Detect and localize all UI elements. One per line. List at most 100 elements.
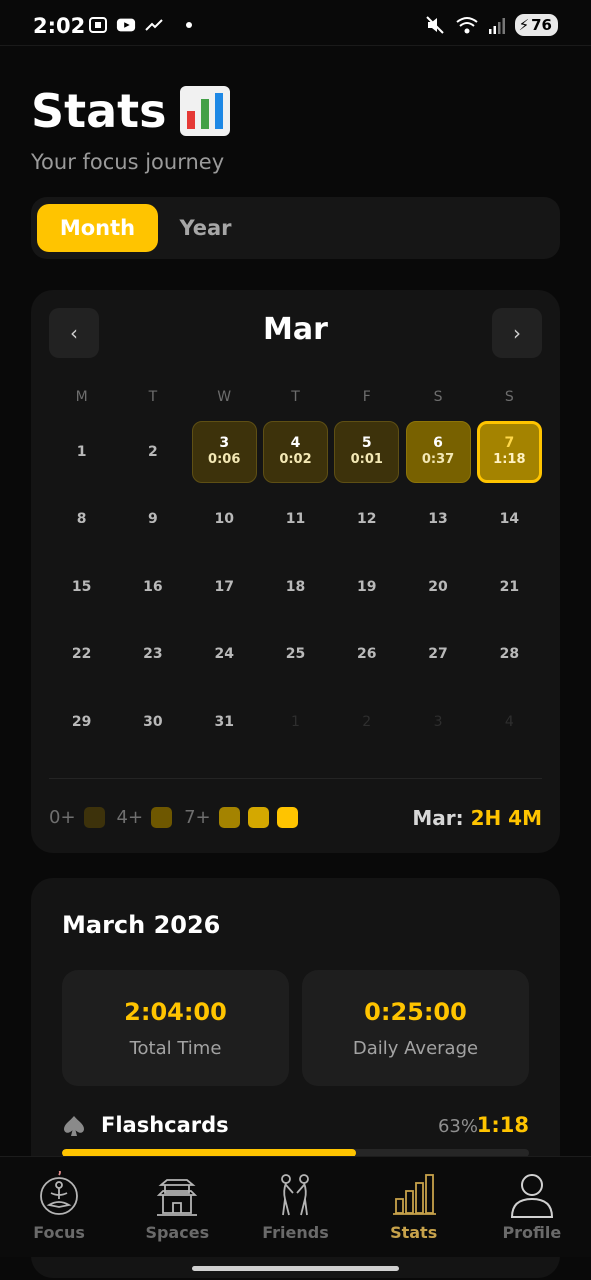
nav-profile-label: Profile xyxy=(502,1223,562,1242)
calendar-day[interactable]: 12 xyxy=(331,486,402,554)
day-number: 18 xyxy=(285,578,306,595)
calendar-day[interactable]: 25 xyxy=(260,621,331,689)
calendar-card: ‹ Mar › M T W T F S S 1 2 3 0:06 4 0:02 5 0:01 6… xyxy=(31,290,560,853)
nav-profile[interactable]: Profile xyxy=(473,1157,591,1257)
calendar-day[interactable]: 2 xyxy=(117,418,188,486)
calendar-day[interactable]: 19 xyxy=(331,553,402,621)
day-number: 29 xyxy=(71,713,92,730)
calendar-day[interactable]: 15 xyxy=(46,553,117,621)
nav-friends[interactable]: Friends xyxy=(236,1157,354,1257)
nav-stats-label: Stats xyxy=(390,1223,438,1242)
calendar-day[interactable]: 7 1:18 xyxy=(474,418,545,486)
day-number: 28 xyxy=(499,646,520,663)
legend-label-4: 4+ xyxy=(116,807,144,828)
calendar-day[interactable]: 24 xyxy=(189,621,260,689)
calendar-day[interactable]: 16 xyxy=(117,553,188,621)
calendar-day[interactable]: 23 xyxy=(117,621,188,689)
calendar-grid: 1 2 3 0:06 4 0:02 5 0:01 6 0:37 7 1:18 8 9 10 11 12 13 14 1… xyxy=(46,418,545,756)
bar-chart-icon xyxy=(179,86,230,136)
toggle-year-button[interactable]: Year xyxy=(158,204,253,252)
day-number: 1 xyxy=(76,443,87,460)
day-focus-time: 0:02 xyxy=(279,452,312,468)
calendar-day[interactable]: 8 xyxy=(46,486,117,554)
focus-day-chip[interactable]: 6 0:37 xyxy=(405,420,471,483)
calendar-day[interactable]: 22 xyxy=(46,621,117,689)
calendar-day[interactable]: 3 0:06 xyxy=(189,418,260,486)
calendar-day[interactable]: 31 xyxy=(189,688,260,756)
toggle-month-button[interactable]: Month xyxy=(37,204,158,252)
legend-swatch xyxy=(83,807,105,828)
next-month-button[interactable]: › xyxy=(492,308,542,358)
calendar-day-outside: 3 xyxy=(402,688,473,756)
day-number: 2 xyxy=(148,443,158,460)
calendar-day[interactable]: 17 xyxy=(189,553,260,621)
calendar-day[interactable]: 30 xyxy=(117,688,188,756)
calendar-day[interactable]: 13 xyxy=(402,486,473,554)
divider xyxy=(49,778,542,779)
user-icon xyxy=(510,1174,553,1218)
weekday-label: W xyxy=(217,389,232,405)
battery-level: 76 xyxy=(531,16,552,34)
weekday-label: S xyxy=(504,389,514,405)
day-number: 7 xyxy=(504,435,515,452)
day-number: 26 xyxy=(357,646,377,663)
calendar-day-outside: 4 xyxy=(474,688,545,756)
total-time-box: 2:04:00 Total Time xyxy=(62,970,289,1086)
day-number: 19 xyxy=(357,578,377,595)
weekday-label: M xyxy=(75,389,88,405)
day-number: 23 xyxy=(143,646,163,663)
bar-chart-icon xyxy=(392,1174,436,1215)
focus-day-chip[interactable]: 5 0:01 xyxy=(334,420,400,483)
calendar-day[interactable]: 1 xyxy=(46,418,117,486)
month-total: Mar: 2H 4M xyxy=(412,806,542,830)
chevron-right-icon: › xyxy=(513,321,521,345)
legend-label-7: 7+ xyxy=(184,807,211,828)
focus-day-chip[interactable]: 4 0:02 xyxy=(262,420,328,483)
day-number: 22 xyxy=(71,646,92,663)
nav-spaces[interactable]: Spaces xyxy=(118,1157,236,1257)
calendar-week: 1 2 3 0:06 4 0:02 5 0:01 6 0:37 7 1:18 xyxy=(46,418,545,486)
signal-icon xyxy=(488,18,505,34)
calendar-day[interactable]: 10 xyxy=(189,486,260,554)
day-focus-time: 0:01 xyxy=(350,452,383,468)
home-indicator[interactable] xyxy=(192,1266,399,1271)
calendar-day[interactable]: 4 0:02 xyxy=(260,418,331,486)
notification-dot xyxy=(186,22,192,28)
calendar-week: 29 30 31 1 2 3 4 xyxy=(46,688,545,756)
calendar-day[interactable]: 18 xyxy=(260,553,331,621)
day-number: 25 xyxy=(285,646,306,663)
day-number: 14 xyxy=(499,511,520,528)
weekday-label: F xyxy=(362,389,371,405)
focus-day-chip[interactable]: 7 1:18 xyxy=(476,420,542,483)
temple-icon xyxy=(157,1179,198,1216)
calendar-day[interactable]: 5 0:01 xyxy=(331,418,402,486)
status-notification-icons xyxy=(88,16,192,34)
calendar-day[interactable]: 28 xyxy=(474,621,545,689)
calendar-week: 15 16 17 18 19 20 21 xyxy=(46,553,545,621)
calendar-day[interactable]: 27 xyxy=(402,621,473,689)
day-number: 11 xyxy=(285,511,306,528)
calendar-day-outside: 2 xyxy=(331,688,402,756)
calendar-week: 8 9 10 11 12 13 14 xyxy=(46,486,545,554)
page-title: Stats xyxy=(31,84,231,138)
summary-title: March 2026 xyxy=(62,911,221,939)
nav-stats[interactable]: Stats xyxy=(355,1157,473,1257)
page-title-text: Stats xyxy=(31,84,167,138)
status-system-icons: ⚡ 76 xyxy=(425,14,558,36)
daily-average-box: 0:25:00 Daily Average xyxy=(302,970,529,1086)
status-time: 2:02 xyxy=(33,14,86,38)
legend-label-0: 0+ xyxy=(49,807,76,828)
calendar-day[interactable]: 9 xyxy=(117,486,188,554)
calendar-day[interactable]: 11 xyxy=(260,486,331,554)
period-toggle: Month Year xyxy=(31,197,560,259)
calendar-day[interactable]: 6 0:37 xyxy=(402,418,473,486)
nav-focus[interactable]: Focus xyxy=(0,1157,118,1257)
focus-day-chip[interactable]: 3 0:06 xyxy=(191,420,257,483)
category-row[interactable]: Flashcards 63% 1:18 xyxy=(62,1112,529,1142)
calendar-day[interactable]: 20 xyxy=(402,553,473,621)
bottom-nav: Focus Spaces Friends Stats Profile xyxy=(0,1156,591,1257)
calendar-day[interactable]: 29 xyxy=(46,688,117,756)
calendar-day[interactable]: 26 xyxy=(331,621,402,689)
calendar-day[interactable]: 21 xyxy=(474,553,545,621)
calendar-day[interactable]: 14 xyxy=(474,486,545,554)
